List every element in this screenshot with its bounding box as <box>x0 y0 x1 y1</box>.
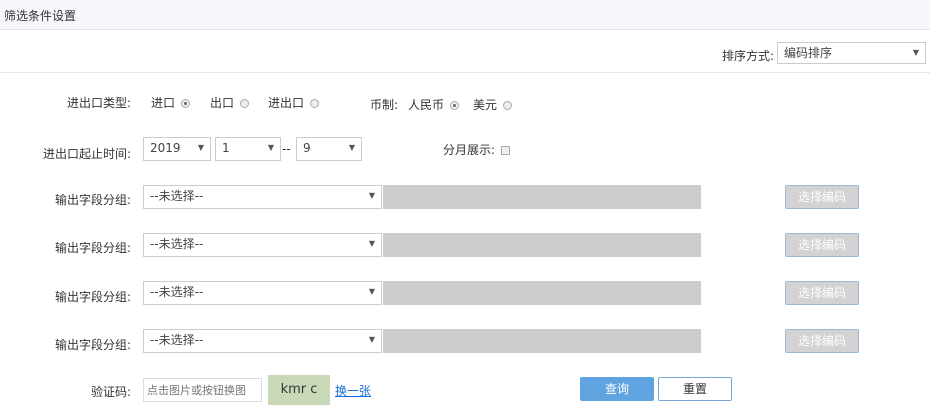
group-codes-field <box>383 281 701 305</box>
group-select[interactable]: --未选择-- ▼ <box>143 281 382 305</box>
radio-icon <box>181 99 191 108</box>
radio-icon <box>240 99 250 108</box>
refresh-captcha-link[interactable]: 换一张 <box>335 382 371 399</box>
start-month-value: 1 <box>222 141 230 155</box>
year-select[interactable]: 2019 ▼ <box>143 137 211 161</box>
panel-header: 筛选条件设置 <box>0 0 930 30</box>
end-month-select[interactable]: 9 ▼ <box>296 137 362 161</box>
panel-title: 筛选条件设置 <box>4 9 77 23</box>
checkbox-icon <box>501 146 511 155</box>
query-button[interactable]: 查询 <box>580 377 654 401</box>
group-label: 输出字段分组: <box>54 193 131 207</box>
group-label: 输出字段分组: <box>54 338 131 352</box>
select-code-button[interactable]: 选择编码 <box>785 329 859 353</box>
radio-usd[interactable]: 美元 <box>473 96 513 113</box>
radio-label: 美元 <box>473 98 498 112</box>
radio-label: 出口 <box>210 96 235 110</box>
captcha-image[interactable]: kmr c <box>268 375 330 405</box>
radio-label: 进出口 <box>268 96 305 110</box>
group-select[interactable]: --未选择-- ▼ <box>143 329 382 353</box>
year-value: 2019 <box>150 141 181 155</box>
chevron-down-icon: ▼ <box>368 287 375 296</box>
sort-bar: 排序方式: 编码排序 ▼ <box>0 30 930 73</box>
radio-import[interactable]: 进口 <box>151 94 191 111</box>
group-value: --未选择-- <box>150 237 204 251</box>
chevron-down-icon: ▼ <box>368 335 375 344</box>
select-code-button[interactable]: 选择编码 <box>785 185 859 209</box>
chevron-down-icon: ▼ <box>348 143 355 152</box>
select-code-button[interactable]: 选择编码 <box>785 233 859 257</box>
group-select[interactable]: --未选择-- ▼ <box>143 185 382 209</box>
period-label: 进出口起止时间: <box>42 147 131 161</box>
currency-label: 币制: <box>370 98 399 112</box>
radio-export[interactable]: 出口 <box>210 94 250 111</box>
group-codes-field <box>383 185 701 209</box>
chevron-down-icon: ▼ <box>368 239 375 248</box>
radio-icon <box>310 99 320 108</box>
reset-button[interactable]: 重置 <box>658 377 732 401</box>
sort-select[interactable]: 编码排序 ▼ <box>777 42 926 64</box>
group-value: --未选择-- <box>150 189 204 203</box>
radio-icon <box>450 101 460 110</box>
sort-label: 排序方式: <box>721 49 774 63</box>
monthly-label: 分月展示: <box>443 143 496 157</box>
group-value: --未选择-- <box>150 333 204 347</box>
chevron-down-icon: ▼ <box>267 143 274 152</box>
period-separator: -- <box>282 142 291 156</box>
radio-icon <box>503 101 513 110</box>
trade-type-label: 进出口类型: <box>66 96 131 110</box>
monthly-toggle[interactable]: 分月展示: <box>443 141 511 158</box>
sort-value: 编码排序 <box>784 46 833 60</box>
select-code-button[interactable]: 选择编码 <box>785 281 859 305</box>
chevron-down-icon: ▼ <box>368 191 375 200</box>
group-label: 输出字段分组: <box>54 241 131 255</box>
group-codes-field <box>383 329 701 353</box>
radio-import-export[interactable]: 进出口 <box>268 94 320 111</box>
captcha-label: 验证码: <box>90 385 131 399</box>
chevron-down-icon: ▼ <box>197 143 204 152</box>
group-select[interactable]: --未选择-- ▼ <box>143 233 382 257</box>
group-codes-field <box>383 233 701 257</box>
captcha-input[interactable] <box>143 378 262 402</box>
end-month-value: 9 <box>303 141 311 155</box>
radio-rmb[interactable]: 人民币 <box>408 96 460 113</box>
chevron-down-icon: ▼ <box>912 48 919 57</box>
group-value: --未选择-- <box>150 285 204 299</box>
start-month-select[interactable]: 1 ▼ <box>215 137 281 161</box>
group-label: 输出字段分组: <box>54 290 131 304</box>
radio-label: 人民币 <box>408 98 445 112</box>
radio-label: 进口 <box>151 96 176 110</box>
